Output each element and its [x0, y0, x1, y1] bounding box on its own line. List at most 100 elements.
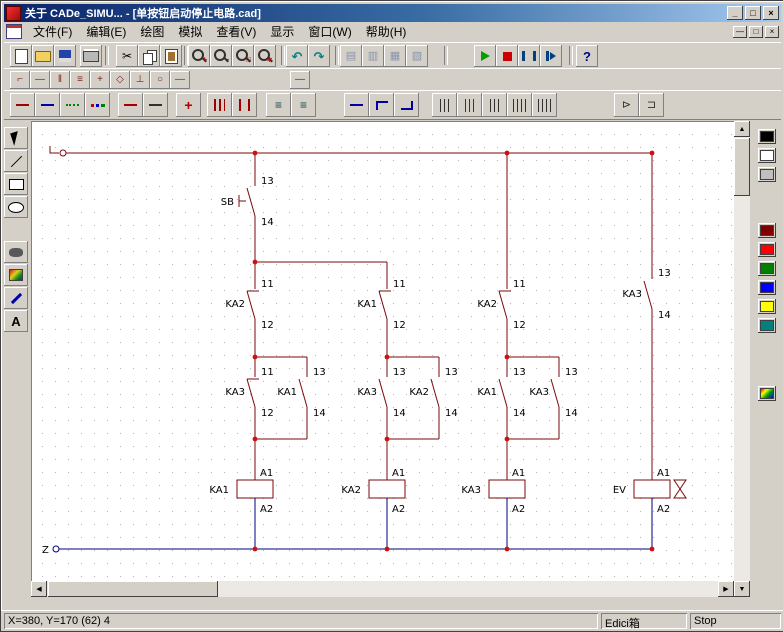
pole-five-button[interactable] [532, 93, 557, 117]
junction-cross-button[interactable]: + [176, 93, 201, 117]
pole-four-button[interactable] [507, 93, 532, 117]
scroll-up-button[interactable]: ▲ [734, 121, 750, 137]
vertical-scroll-thumb[interactable] [734, 138, 750, 196]
open-button[interactable] [32, 45, 54, 67]
terminal-label: A2 [260, 504, 273, 515]
pole-one-button[interactable] [432, 93, 457, 117]
color-swatch-yellow[interactable] [758, 299, 776, 314]
small-tool-9-button[interactable]: — [170, 71, 190, 89]
menu-file[interactable]: 文件(F) [26, 21, 79, 42]
print-button[interactable] [80, 45, 102, 67]
link-b-button[interactable]: ▥ [362, 45, 384, 67]
line-black-button[interactable] [143, 93, 168, 117]
terminal-label: 12 [513, 320, 526, 331]
line-tool-button[interactable] [4, 150, 28, 172]
copy-button[interactable] [138, 45, 160, 67]
contact-no-button[interactable] [369, 93, 394, 117]
terminal-label: 14 [565, 408, 578, 419]
drawing-canvas[interactable]: Z SB 13 14 KA2 11 12 KA3 11 12 KA1 13 14… [31, 121, 735, 582]
zoom-all-button[interactable]: ∗ [254, 45, 276, 67]
scroll-right-button[interactable]: ▶ [718, 581, 734, 597]
horizontal-scroll-thumb[interactable] [48, 581, 218, 597]
mode-status: Edici箱 [601, 613, 687, 629]
small-tool-5-button[interactable]: + [90, 71, 110, 89]
contacts-three-button[interactable] [207, 93, 232, 117]
link-a-button[interactable]: ▤ [340, 45, 362, 67]
color-swatch-blue[interactable] [758, 280, 776, 295]
undo-button[interactable]: ↶ [286, 45, 308, 67]
new-button[interactable] [10, 45, 32, 67]
sim-step-button[interactable] [540, 45, 562, 67]
sim-play-button[interactable] [474, 45, 496, 67]
minimize-button[interactable]: _ [727, 6, 743, 20]
pole-three-button[interactable] [482, 93, 507, 117]
sim-stop-button[interactable] [496, 45, 518, 67]
save-button[interactable] [54, 45, 76, 67]
zoom-in-button[interactable]: + [188, 45, 210, 67]
small-tool-3-button[interactable]: ‖ [50, 71, 70, 89]
rectangle-tool-button[interactable] [4, 173, 28, 195]
busbar-button[interactable]: ≡ [266, 93, 291, 117]
menu-draw[interactable]: 绘图 [133, 21, 171, 42]
diode-button[interactable]: ⊳ [614, 93, 639, 117]
child-restore-button[interactable]: □ [749, 26, 763, 38]
pen-tool-button[interactable] [4, 287, 28, 309]
wire-red-button[interactable] [10, 93, 35, 117]
zoom-window-button[interactable]: □ [232, 45, 254, 67]
color-swatch-green[interactable] [758, 261, 776, 276]
child-close-button[interactable]: × [765, 26, 779, 38]
fill-color-tool-button[interactable] [4, 264, 28, 286]
wire-multicolor-button[interactable] [85, 93, 110, 117]
text-tool-button[interactable]: A [4, 310, 28, 332]
horizontal-scrollbar[interactable]: ◀ ▶ [31, 581, 734, 597]
small-tool-4-button[interactable]: ≡ [70, 71, 90, 89]
contacts-two-button[interactable] [232, 93, 257, 117]
pole-two-button[interactable] [457, 93, 482, 117]
small-tool-2-button[interactable]: — [30, 71, 50, 89]
wire-blue-button[interactable] [35, 93, 60, 117]
contact-nc-button[interactable] [394, 93, 419, 117]
line-red-button[interactable] [118, 93, 143, 117]
close-button[interactable]: × [763, 6, 779, 20]
small-tool-1-button[interactable]: ⌐ [10, 71, 30, 89]
small-tool-6-button[interactable]: ◇ [110, 71, 130, 89]
wire-control-button[interactable] [344, 93, 369, 117]
redo-button[interactable]: ↷ [308, 45, 330, 67]
paste-button[interactable] [160, 45, 182, 67]
small-tool-8-button[interactable]: ○ [150, 71, 170, 89]
color-swatch-silver[interactable] [758, 167, 776, 182]
color-swatch-red[interactable] [758, 242, 776, 257]
maximize-button[interactable]: □ [745, 6, 761, 20]
wire-dashed-green-button[interactable] [60, 93, 85, 117]
box-component-button[interactable]: ⊐ [639, 93, 664, 117]
menu-display[interactable]: 显示 [263, 21, 301, 42]
menu-view[interactable]: 查看(V) [209, 21, 263, 42]
menu-edit[interactable]: 编辑(E) [79, 21, 133, 42]
filled-shape-tool-button[interactable] [4, 241, 28, 263]
busbar-alt-button[interactable]: ≡ [291, 93, 316, 117]
color-swatch-black[interactable] [758, 129, 776, 144]
color-swatch-multicolor[interactable] [758, 386, 776, 401]
zoom-out-button[interactable]: − [210, 45, 232, 67]
scroll-down-button[interactable]: ▼ [734, 581, 750, 597]
help-button[interactable]: ? [576, 45, 598, 67]
menu-help[interactable]: 帮助(H) [359, 21, 414, 42]
sim-pause-button[interactable] [518, 45, 540, 67]
small-tool-7-button[interactable]: ⊥ [130, 71, 150, 89]
link-d-button[interactable]: ▧ [406, 45, 428, 67]
scroll-left-button[interactable]: ◀ [31, 581, 47, 597]
menu-simulate[interactable]: 模拟 [171, 21, 209, 42]
vertical-scrollbar[interactable]: ▲ ▼ [734, 121, 750, 597]
contacts-two-icon [239, 99, 251, 111]
ellipse-tool-button[interactable] [4, 196, 28, 218]
menu-window[interactable]: 窗口(W) [301, 21, 358, 42]
link-c-button[interactable]: ▦ [384, 45, 406, 67]
color-swatch-white[interactable] [758, 148, 776, 163]
color-swatch-teal[interactable] [758, 318, 776, 333]
red-line-button[interactable]: — [290, 71, 310, 89]
color-swatch-maroon[interactable] [758, 223, 776, 238]
terminal-label: A1 [392, 468, 405, 479]
cut-button[interactable]: ✂ [116, 45, 138, 67]
select-tool-button[interactable] [4, 127, 28, 149]
child-minimize-button[interactable]: — [733, 26, 747, 38]
